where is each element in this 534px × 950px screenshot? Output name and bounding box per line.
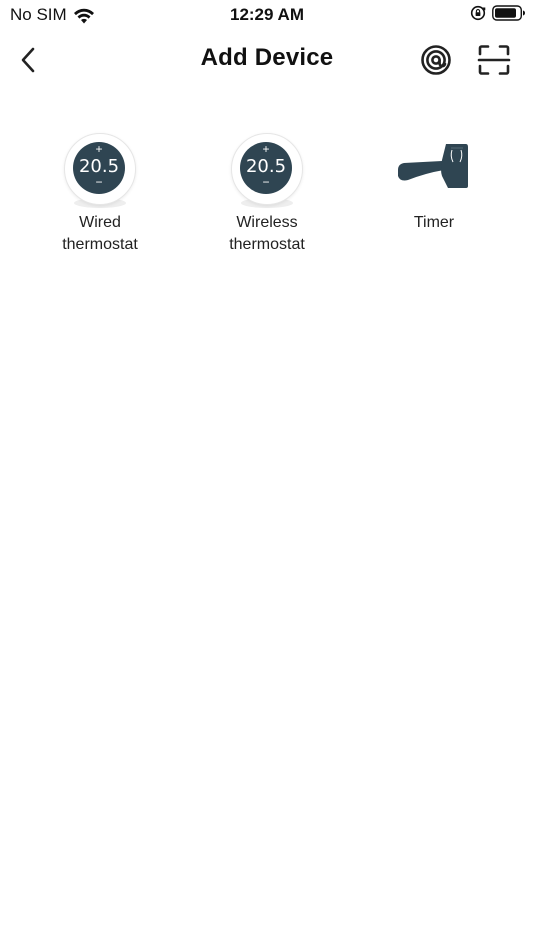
- thermostat-reading: 20.5: [78, 156, 120, 177]
- qr-scan-button[interactable]: [476, 42, 512, 78]
- status-time: 12:29 AM: [229, 5, 304, 24]
- battery-icon: [492, 5, 525, 21]
- status-right-group: [470, 5, 526, 21]
- device-item-timer[interactable]: Timer: [364, 130, 504, 234]
- faucet-icon: [396, 130, 472, 210]
- rotation-lock-icon: [470, 5, 486, 21]
- thermostat-minus: −: [95, 175, 103, 189]
- thermostat-display: + 20.5 −: [240, 142, 292, 194]
- thermostat-display: + 20.5 −: [73, 142, 125, 194]
- thermostat-icon: + 20.5 −: [62, 130, 138, 210]
- device-label: Wired thermostat: [62, 214, 138, 253]
- device-label: Wireless thermostat: [229, 214, 305, 253]
- thermostat-icon: + 20.5 −: [229, 130, 305, 210]
- faucet-graphic: [398, 144, 468, 188]
- thermostat-minus: −: [262, 175, 270, 189]
- device-item-wired-thermostat[interactable]: + 20.5 − Wired thermostat: [30, 130, 170, 256]
- nearby-scan-button[interactable]: [418, 42, 454, 78]
- nav-bar: Add Device: [0, 36, 534, 82]
- add-device-screen: No SIM 12:29 AM Add Device + 20.5 − Wire…: [0, 0, 534, 950]
- thermostat-reading: 20.5: [245, 156, 287, 177]
- device-label: Timer: [413, 214, 455, 231]
- device-item-wireless-thermostat[interactable]: + 20.5 − Wireless thermostat: [197, 130, 337, 256]
- status-bar: No SIM 12:29 AM: [0, 0, 534, 30]
- thermostat-plus: +: [95, 142, 103, 156]
- thermostat-plus: +: [262, 142, 270, 156]
- scan-frame-icon: [477, 45, 511, 75]
- at-sign-icon: [421, 45, 451, 75]
